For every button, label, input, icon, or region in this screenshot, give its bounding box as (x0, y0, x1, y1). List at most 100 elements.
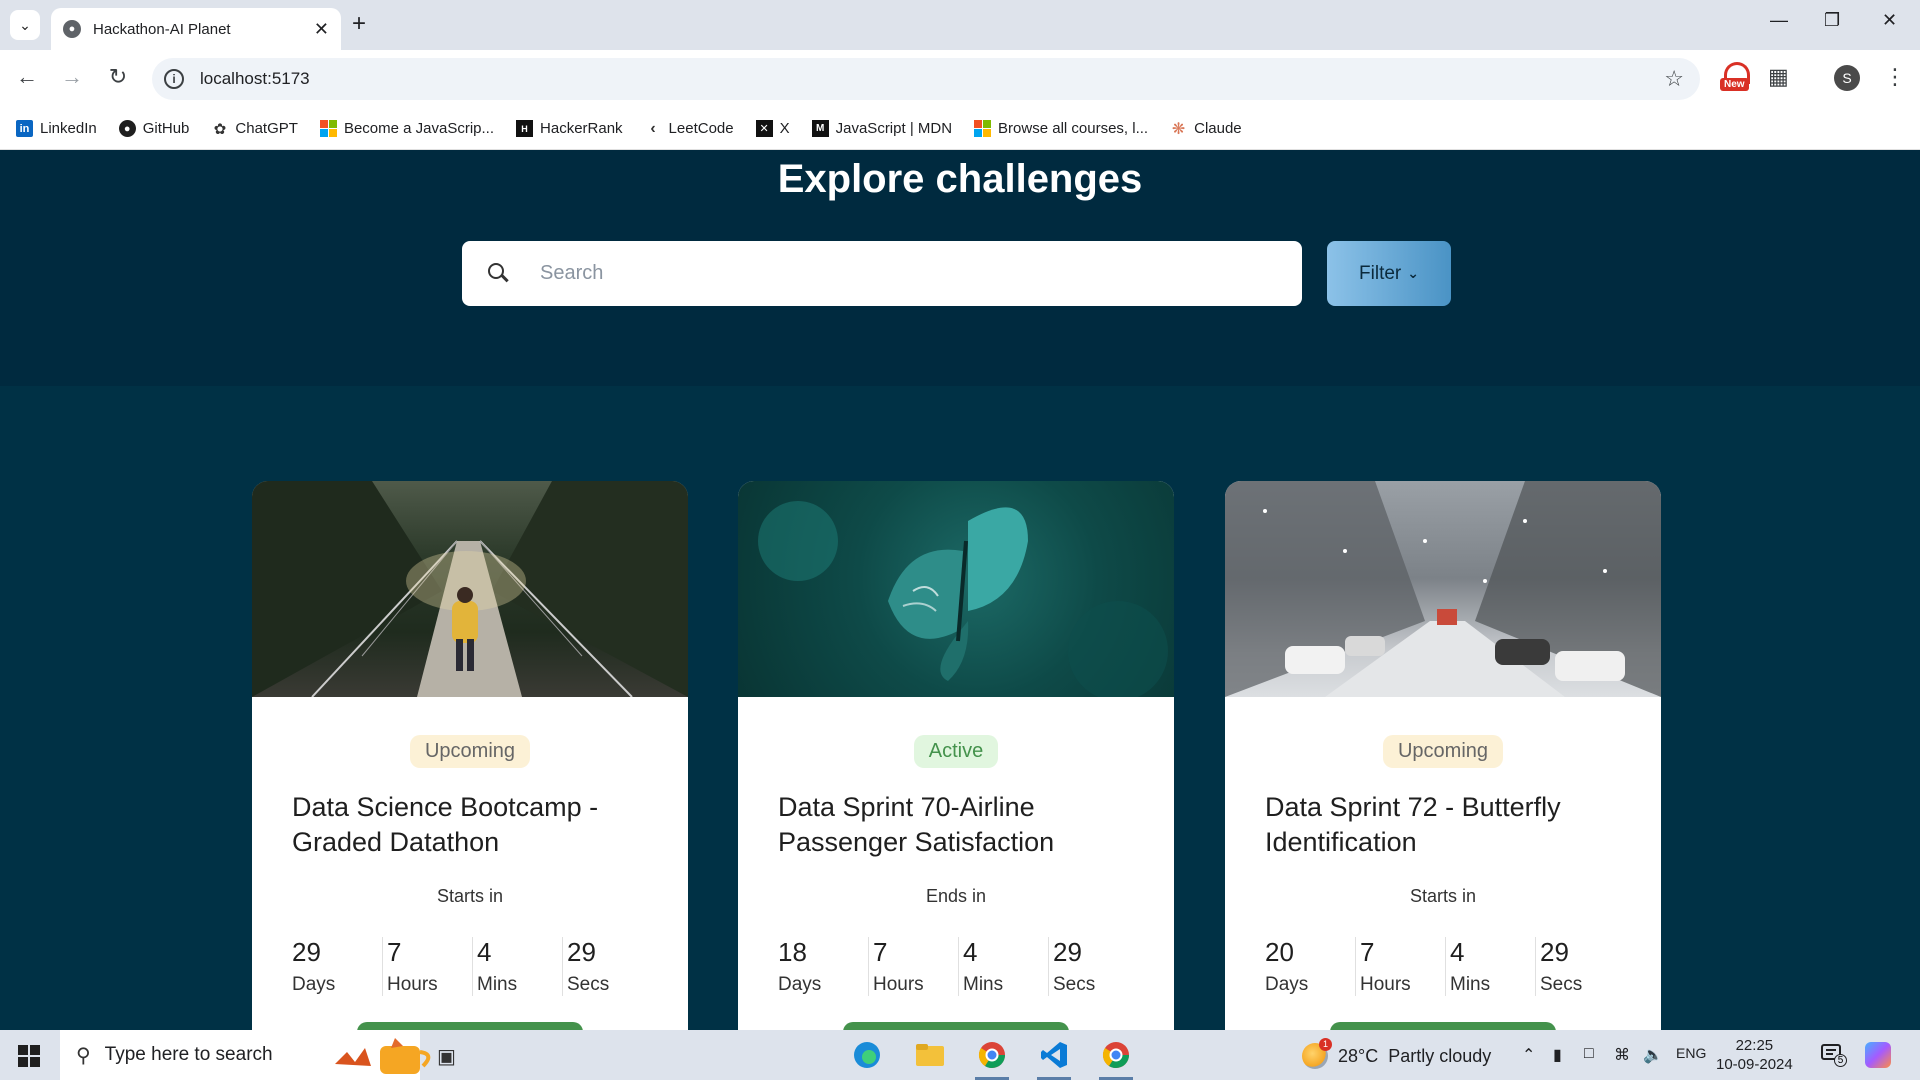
reload-icon[interactable]: ↻ (103, 64, 133, 90)
new-badge: New (1720, 78, 1749, 91)
bookmark-mdn[interactable]: M JavaScript | MDN (811, 120, 953, 137)
taskbar-search[interactable]: ⚲ Type here to search (60, 1030, 431, 1080)
claude-icon: ❋ (1171, 120, 1186, 138)
timer-days: 20 (1265, 937, 1294, 967)
leetcode-icon: ‹ (650, 119, 656, 137)
language-indicator[interactable]: ENG (1676, 1045, 1706, 1061)
extension-new-icon[interactable]: New (1720, 62, 1754, 96)
restore-icon[interactable]: ❐ (1824, 10, 1840, 31)
countdown-timer: 18 Days 7 Hours 4 Mins 29 Secs (778, 937, 1174, 996)
bookmark-label: X (779, 120, 790, 137)
new-tab-button[interactable]: + (352, 10, 366, 38)
countdown-timer: 29 Days 7 Hours 4 Mins 29 Secs (292, 937, 688, 996)
url-text[interactable]: localhost:5173 (200, 69, 1664, 89)
back-arrow-icon[interactable]: ← (12, 64, 42, 90)
timer-unit: Hours (1360, 974, 1411, 995)
bookmark-label: ChatGPT (235, 120, 298, 137)
hero-section: Explore challenges Filter ⌄ (0, 151, 1920, 386)
timer-unit: Secs (567, 974, 610, 995)
bookmark-linkedin[interactable]: in LinkedIn (16, 120, 97, 137)
partly-cloudy-icon: 1 (1302, 1038, 1332, 1069)
battery-icon[interactable]: ▮ (1553, 1045, 1562, 1065)
forward-arrow-icon[interactable]: → (57, 64, 87, 90)
search-box[interactable] (462, 241, 1302, 306)
microsoft-icon (974, 120, 992, 137)
challenge-image-hiker-on-suspension-bridge (252, 481, 688, 697)
status-badge: Upcoming (409, 735, 531, 768)
challenge-image-snowy-street (1225, 481, 1661, 697)
challenge-image-teal-butterfly (738, 481, 1174, 697)
bookmark-label: Browse all courses, l... (998, 120, 1149, 137)
timer-label: Ends in (925, 886, 987, 906)
bookmark-claude[interactable]: ❋ Claude (1170, 120, 1242, 138)
bookmark-label: JavaScript | MDN (835, 120, 953, 137)
microsoft-icon (319, 120, 337, 137)
bookmark-github[interactable]: ● GitHub (118, 120, 189, 137)
bookmark-browse-courses[interactable]: Browse all courses, l... (974, 120, 1148, 137)
minimize-icon[interactable]: — (1770, 10, 1788, 31)
bookmark-label: LinkedIn (40, 120, 97, 137)
edge-icon[interactable] (848, 1036, 886, 1074)
notifications-icon[interactable]: 5 (1820, 1042, 1847, 1067)
wifi-icon[interactable]: ⌘ (1614, 1045, 1630, 1065)
challenge-title: Data Sprint 72 - Butterfly Identificatio… (1265, 792, 1561, 857)
timer-unit: Secs (1053, 974, 1096, 995)
copilot-icon[interactable] (1865, 1042, 1891, 1068)
search-icon: ⚲ (76, 1044, 91, 1067)
timer-hours: 7 (873, 937, 888, 967)
chrome-icon[interactable] (973, 1036, 1011, 1080)
tab-search-button[interactable]: ⌄ (10, 10, 40, 40)
close-window-icon[interactable]: ✕ (1882, 10, 1897, 31)
timer-unit: Hours (387, 974, 438, 995)
mdn-icon: M (811, 120, 829, 137)
search-input[interactable] (540, 262, 1280, 285)
bookmark-label: Become a JavaScrip... (343, 120, 495, 137)
tab-title: Hackathon-AI Planet (93, 20, 231, 38)
timer-days: 29 (292, 937, 321, 967)
status-badge: Active (913, 735, 999, 768)
close-tab-icon[interactable]: ✕ (314, 19, 329, 40)
timer-unit: Mins (477, 974, 518, 995)
chrome-profile-icon[interactable] (1097, 1036, 1135, 1080)
bookmark-x[interactable]: ✕ X (755, 120, 790, 137)
hackerrank-icon: H (516, 120, 534, 137)
profile-avatar[interactable]: S (1834, 65, 1860, 91)
status-badge: Upcoming (1382, 735, 1504, 768)
address-bar[interactable]: i localhost:5173 ☆ (152, 58, 1700, 100)
bookmark-leetcode[interactable]: ‹ LeetCode (645, 119, 733, 138)
linkedin-icon: in (16, 120, 33, 137)
bookmark-star-icon[interactable]: ☆ (1664, 66, 1684, 92)
challenge-card[interactable]: Upcoming Data Science Bootcamp - Graded … (252, 481, 688, 1041)
challenge-card[interactable]: Active Data Sprint 70-Airline Passenger … (738, 481, 1174, 1041)
vscode-icon[interactable] (1035, 1036, 1073, 1080)
task-view-icon[interactable]: ▣ (437, 1044, 456, 1069)
bookmark-hackerrank[interactable]: H HackerRank (516, 120, 623, 137)
filter-button[interactable]: Filter ⌄ (1327, 241, 1451, 306)
device-icon[interactable]: □ (1584, 1045, 1594, 1063)
timer-label: Starts in (436, 886, 504, 906)
extensions-puzzle-icon[interactable]: ▦ (1768, 64, 1789, 90)
notification-count: 5 (1834, 1054, 1847, 1067)
bookmark-chatgpt[interactable]: ✿ ChatGPT (211, 120, 298, 138)
weather-temperature: 28°C (1338, 1045, 1379, 1066)
system-clock[interactable]: 22:25 10-09-2024 (1716, 1036, 1793, 1074)
browser-tab[interactable]: ● Hackathon-AI Planet ✕ (51, 8, 341, 50)
chevron-up-icon[interactable]: ⌃ (1522, 1045, 1535, 1065)
windows-start-icon[interactable] (18, 1045, 40, 1067)
countdown-timer: 20 Days 7 Hours 4 Mins 29 Secs (1265, 937, 1661, 996)
challenge-title: Data Sprint 70-Airline Passenger Satisfa… (778, 792, 1055, 857)
windows-taskbar: ⚲ Type here to search ▣ 1 28°C Partly cl… (0, 1030, 1920, 1080)
challenge-card[interactable]: Upcoming Data Sprint 72 - Butterfly Iden… (1225, 481, 1661, 1041)
bookmark-label: Claude (1194, 120, 1242, 137)
bookmark-become-javascript[interactable]: Become a JavaScrip... (319, 120, 495, 137)
weather-widget[interactable]: 1 28°C Partly cloudy (1302, 1038, 1491, 1069)
taskbar-search-placeholder: Type here to search (104, 1044, 273, 1065)
timer-secs: 29 (1540, 937, 1569, 967)
file-explorer-icon[interactable] (911, 1036, 949, 1074)
volume-icon[interactable]: 🔈 (1643, 1045, 1663, 1065)
site-info-icon[interactable]: i (164, 69, 184, 89)
browser-menu-icon[interactable]: ⋮ (1884, 64, 1906, 90)
timer-mins: 4 (963, 937, 978, 967)
timer-hours: 7 (387, 937, 402, 967)
timer-hours: 7 (1360, 937, 1375, 967)
